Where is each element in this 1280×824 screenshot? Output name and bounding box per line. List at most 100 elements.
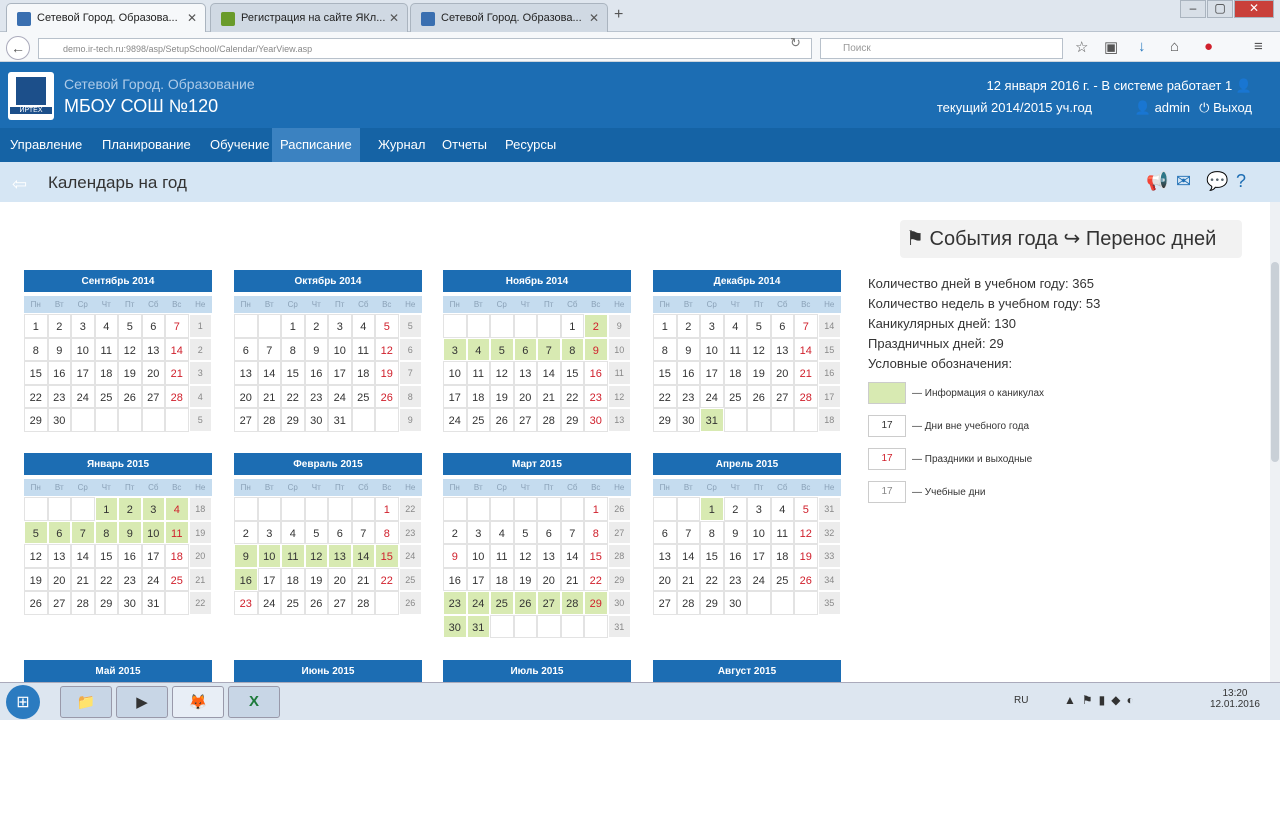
browser-tab-1[interactable]: Сетевой Город. Образова... ✕ — [6, 3, 206, 32]
day-cell[interactable]: 28 — [794, 384, 818, 408]
day-cell[interactable]: 29 — [94, 591, 118, 615]
day-cell[interactable]: 15 — [24, 361, 48, 385]
new-tab-icon[interactable]: + — [614, 6, 623, 24]
day-cell[interactable]: 25 — [281, 591, 305, 615]
day-cell[interactable]: 9 — [304, 337, 328, 361]
day-cell[interactable]: 29 — [653, 408, 677, 432]
day-cell[interactable]: 1 — [584, 497, 608, 521]
day-cell[interactable]: 21 — [794, 361, 818, 385]
day-cell[interactable]: 21 — [537, 384, 561, 408]
day-cell[interactable]: 25 — [466, 408, 490, 432]
day-cell[interactable]: 24 — [443, 408, 467, 432]
day-cell[interactable]: 16 — [304, 361, 328, 385]
day-cell[interactable]: 4 — [281, 520, 305, 544]
day-cell[interactable]: 27 — [653, 591, 677, 615]
day-cell[interactable]: 20 — [513, 384, 537, 408]
day-cell[interactable]: 21 — [165, 361, 189, 385]
day-cell[interactable]: 2 — [676, 314, 700, 338]
day-cell[interactable]: 17 — [443, 384, 467, 408]
menu-item[interactable]: Планирование — [94, 128, 202, 162]
day-cell[interactable]: 27 — [47, 591, 71, 615]
day-cell[interactable]: 5 — [794, 497, 818, 521]
day-cell[interactable]: 28 — [560, 591, 584, 615]
day-cell[interactable]: 3 — [71, 314, 95, 338]
day-cell[interactable]: 8 — [584, 520, 608, 544]
day-cell[interactable]: 13 — [141, 337, 165, 361]
day-cell[interactable]: 23 — [676, 384, 700, 408]
day-cell[interactable]: 22 — [653, 384, 677, 408]
day-cell[interactable]: 12 — [375, 337, 399, 361]
day-cell[interactable]: 13 — [653, 544, 677, 568]
day-cell[interactable]: 2 — [723, 497, 747, 521]
day-cell[interactable]: 1 — [375, 497, 399, 521]
day-cell[interactable]: 4 — [770, 497, 794, 521]
day-cell[interactable]: 13 — [47, 544, 71, 568]
menu-item[interactable]: Управление — [2, 128, 92, 162]
day-cell[interactable]: 23 — [304, 384, 328, 408]
day-cell[interactable]: 2 — [118, 497, 142, 521]
day-cell[interactable]: 28 — [676, 591, 700, 615]
back-arrow-icon[interactable]: ⇦ — [12, 174, 27, 195]
day-cell[interactable]: 25 — [770, 567, 794, 591]
day-cell[interactable]: 10 — [141, 520, 165, 544]
help-icon[interactable]: ? — [1236, 171, 1246, 192]
day-cell[interactable]: 21 — [560, 567, 584, 591]
day-cell[interactable]: 10 — [443, 361, 467, 385]
day-cell[interactable]: 7 — [537, 337, 561, 361]
day-cell[interactable]: 23 — [584, 384, 608, 408]
day-cell[interactable]: 19 — [118, 361, 142, 385]
day-cell[interactable]: 7 — [165, 314, 189, 338]
clipboard-icon[interactable]: ▣ — [1104, 38, 1118, 56]
day-cell[interactable]: 6 — [141, 314, 165, 338]
day-cell[interactable]: 9 — [47, 337, 71, 361]
day-cell[interactable]: 15 — [560, 361, 584, 385]
day-cell[interactable]: 13 — [770, 337, 794, 361]
day-cell[interactable]: 6 — [653, 520, 677, 544]
day-cell[interactable]: 12 — [794, 520, 818, 544]
day-cell[interactable]: 10 — [328, 337, 352, 361]
day-cell[interactable]: 30 — [443, 614, 467, 638]
day-cell[interactable]: 1 — [281, 314, 305, 338]
day-cell[interactable]: 24 — [747, 567, 771, 591]
day-cell[interactable]: 10 — [71, 337, 95, 361]
day-cell[interactable]: 20 — [653, 567, 677, 591]
day-cell[interactable]: 31 — [466, 614, 490, 638]
day-cell[interactable]: 21 — [71, 567, 95, 591]
day-cell[interactable]: 6 — [537, 520, 561, 544]
day-cell[interactable]: 9 — [723, 520, 747, 544]
day-cell[interactable]: 31 — [700, 408, 724, 432]
excel-icon[interactable]: X — [228, 686, 280, 718]
day-cell[interactable]: 16 — [47, 361, 71, 385]
day-cell[interactable]: 18 — [165, 544, 189, 568]
day-cell[interactable]: 28 — [71, 591, 95, 615]
day-cell[interactable]: 29 — [560, 408, 584, 432]
day-cell[interactable]: 12 — [747, 337, 771, 361]
day-cell[interactable]: 20 — [328, 567, 352, 591]
day-cell[interactable]: 13 — [328, 544, 352, 568]
day-cell[interactable]: 27 — [770, 384, 794, 408]
day-cell[interactable]: 22 — [281, 384, 305, 408]
day-cell[interactable]: 15 — [94, 544, 118, 568]
day-cell[interactable]: 26 — [490, 408, 514, 432]
day-cell[interactable]: 27 — [537, 591, 561, 615]
day-cell[interactable]: 8 — [700, 520, 724, 544]
day-cell[interactable]: 1 — [653, 314, 677, 338]
day-cell[interactable]: 16 — [443, 567, 467, 591]
day-cell[interactable]: 23 — [234, 591, 258, 615]
day-cell[interactable]: 28 — [165, 384, 189, 408]
day-cell[interactable]: 17 — [328, 361, 352, 385]
day-cell[interactable]: 18 — [281, 567, 305, 591]
day-cell[interactable]: 19 — [304, 567, 328, 591]
day-cell[interactable]: 17 — [71, 361, 95, 385]
day-cell[interactable]: 5 — [304, 520, 328, 544]
day-cell[interactable]: 24 — [328, 384, 352, 408]
day-cell[interactable]: 4 — [723, 314, 747, 338]
day-cell[interactable]: 12 — [490, 361, 514, 385]
day-cell[interactable]: 20 — [537, 567, 561, 591]
day-cell[interactable]: 26 — [513, 591, 537, 615]
day-cell[interactable]: 7 — [71, 520, 95, 544]
day-cell[interactable]: 22 — [560, 384, 584, 408]
day-cell[interactable]: 24 — [71, 384, 95, 408]
day-cell[interactable]: 5 — [513, 520, 537, 544]
day-cell[interactable]: 17 — [466, 567, 490, 591]
